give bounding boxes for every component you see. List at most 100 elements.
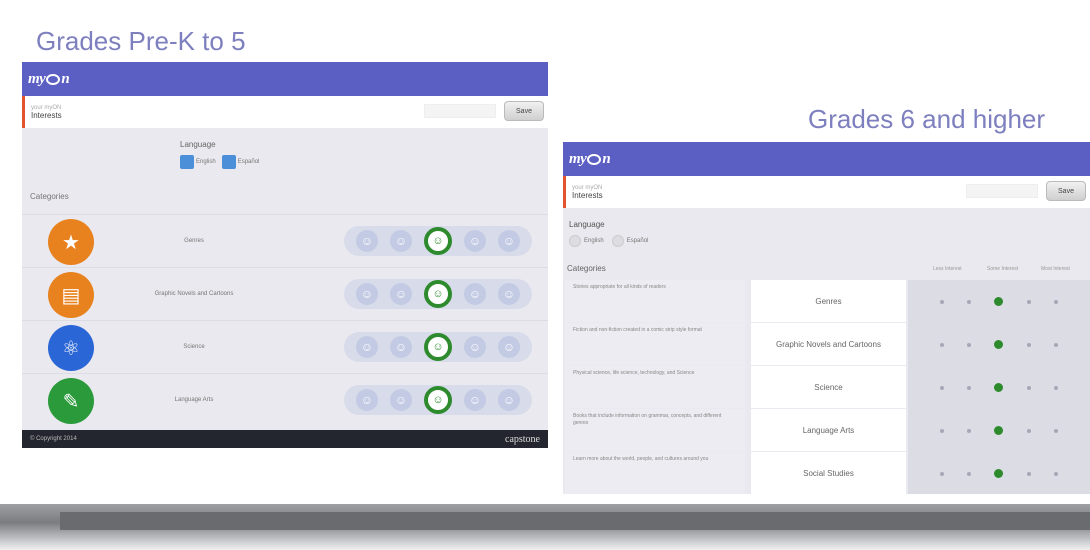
profile-bar: your myON Interests Save: [22, 96, 548, 128]
rating-dot[interactable]: [1054, 299, 1059, 304]
category-row: ✎ Language Arts ☺ ☺ ☺ ☺ ☺: [22, 373, 548, 426]
rating-dot[interactable]: [1054, 342, 1059, 347]
rating-dot[interactable]: [939, 299, 944, 304]
app-bar: my n: [22, 62, 548, 96]
smiley-face-icon[interactable]: ☺: [424, 280, 452, 308]
heading-grades-6-higher: Grades 6 and higher: [808, 104, 1046, 134]
language-section: Language English Español: [180, 140, 259, 169]
rating-dot[interactable]: [939, 385, 944, 390]
category-row: Learn more about the world, people, and …: [563, 452, 1090, 494]
rating-dot[interactable]: [1026, 428, 1031, 433]
smiley-face-icon[interactable]: ☺: [464, 389, 486, 411]
interest-rating: [908, 366, 1090, 409]
rating-dot[interactable]: [1026, 385, 1031, 390]
rating-dot[interactable]: [1026, 471, 1031, 476]
profile-bar: your myON Interests Save: [563, 176, 1090, 208]
category-name: Language Arts: [174, 397, 214, 403]
rating-dot[interactable]: [967, 342, 972, 347]
smiley-face-icon[interactable]: ☺: [356, 283, 378, 305]
interest-rating: [908, 452, 1090, 494]
smiley-face-icon[interactable]: ☺: [356, 336, 378, 358]
interests-panel-grades-6: my n your myON Interests Save Language En…: [563, 142, 1090, 494]
rating-dot[interactable]: [994, 383, 1004, 392]
smiley-face-icon[interactable]: ☺: [424, 227, 452, 255]
save-button[interactable]: Save: [1046, 181, 1086, 201]
footer: © Copyright 2014 capstone: [22, 430, 548, 448]
language-label: Language: [569, 220, 605, 229]
rating-dot[interactable]: [1054, 428, 1059, 433]
capstone-logo: capstone: [505, 433, 540, 445]
column-label-less: Less Interest: [933, 266, 962, 272]
rating-dot[interactable]: [967, 428, 972, 433]
rating-dot[interactable]: [939, 342, 944, 347]
category-name: Science: [183, 344, 205, 350]
radio-icon[interactable]: [611, 235, 624, 247]
language-option-english[interactable]: English: [569, 235, 604, 247]
rating-dot[interactable]: [1054, 385, 1059, 390]
smiley-face-icon[interactable]: ☺: [390, 336, 412, 358]
category-row: ⚛ Science ☺ ☺ ☺ ☺ ☺: [22, 320, 548, 373]
category-row: Fiction and non-fiction created in a com…: [563, 323, 1090, 366]
interest-rating: [908, 323, 1090, 366]
category-description: Stories appropriate for all kinds of rea…: [565, 280, 745, 322]
save-button[interactable]: Save: [504, 101, 544, 121]
smiley-face-icon[interactable]: ☺: [498, 230, 520, 252]
smiley-face-icon[interactable]: ☺: [424, 333, 452, 361]
language-option-espanol[interactable]: Español: [611, 235, 649, 247]
category-row: ▤ Graphic Novels and Cartoons ☺ ☺ ☺ ☺ ☺: [22, 267, 548, 320]
search-input[interactable]: [966, 184, 1038, 198]
smiley-face-icon[interactable]: ☺: [390, 283, 412, 305]
language-option-label: English: [196, 159, 216, 165]
smiley-face-icon[interactable]: ☺: [498, 389, 520, 411]
language-option-label: English: [584, 238, 604, 244]
checkbox-icon[interactable]: [180, 155, 194, 169]
interest-rating: ☺ ☺ ☺ ☺ ☺: [344, 332, 532, 362]
rating-dot[interactable]: [994, 426, 1004, 435]
myon-logo[interactable]: my n: [569, 151, 611, 168]
category-description: Books that include information on gramma…: [565, 409, 745, 451]
rating-dot[interactable]: [939, 471, 944, 476]
smiley-face-icon[interactable]: ☺: [356, 389, 378, 411]
copyright-text: © Copyright 2014: [30, 436, 77, 442]
smiley-face-icon[interactable]: ☺: [424, 386, 452, 414]
interest-rating: [908, 280, 1090, 323]
rating-dot[interactable]: [967, 471, 972, 476]
category-description: Learn more about the world, people, and …: [565, 452, 745, 494]
column-label-some: Some Interest: [987, 266, 1019, 272]
rating-dot[interactable]: [1026, 342, 1031, 347]
radio-icon[interactable]: [569, 235, 581, 247]
rating-dot[interactable]: [994, 297, 1004, 306]
smiley-face-icon[interactable]: ☺: [464, 230, 486, 252]
smiley-face-icon[interactable]: ☺: [390, 389, 412, 411]
interest-rating: ☺ ☺ ☺ ☺ ☺: [344, 226, 532, 256]
smiley-face-icon[interactable]: ☺: [498, 336, 520, 358]
rating-dot[interactable]: [939, 428, 944, 433]
category-name: Graphic Novels and Cartoons: [751, 323, 906, 365]
smiley-face-icon[interactable]: ☺: [464, 283, 486, 305]
category-description: Fiction and non-fiction created in a com…: [565, 323, 745, 365]
smiley-face-icon[interactable]: ☺: [498, 283, 520, 305]
language-option-label: Español: [626, 238, 649, 244]
rating-dot[interactable]: [967, 299, 972, 304]
search-input[interactable]: [424, 104, 496, 118]
rating-dot[interactable]: [994, 340, 1004, 349]
language-option-espanol[interactable]: Español: [221, 155, 260, 169]
progress-track: [60, 512, 1090, 530]
myon-logo[interactable]: my n: [28, 71, 70, 88]
language-option-label: Español: [237, 159, 260, 165]
rating-dot[interactable]: [1054, 471, 1059, 476]
rating-dot[interactable]: [1026, 299, 1031, 304]
rating-dot[interactable]: [967, 385, 972, 390]
categories-label: Categories: [30, 192, 69, 201]
language-option-english[interactable]: English: [180, 155, 216, 169]
graphic-novel-icon: ▤: [48, 272, 94, 318]
heading-grades-prek-5: Grades Pre-K to 5: [36, 26, 246, 56]
category-name: Social Studies: [751, 452, 906, 494]
smiley-face-icon[interactable]: ☺: [464, 336, 486, 358]
checkbox-icon[interactable]: [221, 155, 236, 169]
book-icon: ✎: [48, 378, 94, 424]
rating-dot[interactable]: [994, 469, 1004, 478]
category-name: Graphic Novels and Cartoons: [154, 291, 234, 297]
smiley-face-icon[interactable]: ☺: [390, 230, 412, 252]
smiley-face-icon[interactable]: ☺: [356, 230, 378, 252]
